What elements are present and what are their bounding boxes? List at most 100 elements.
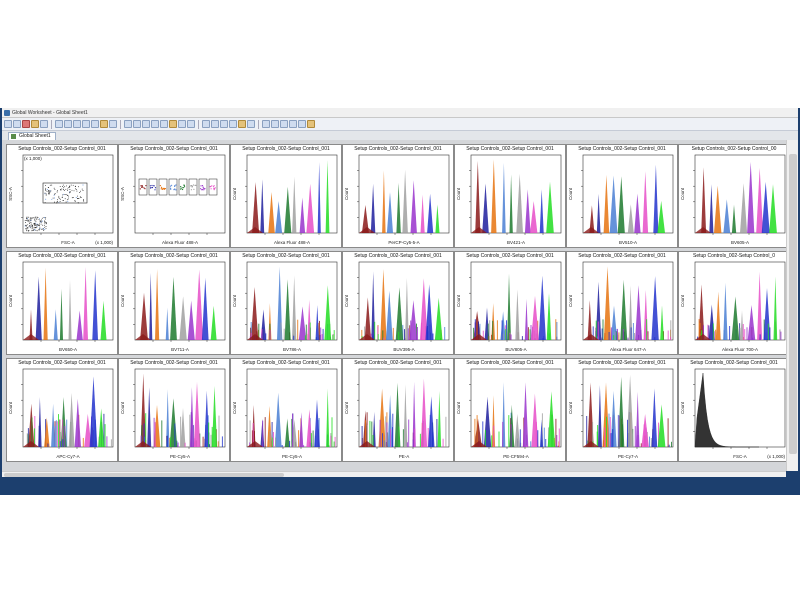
toolbar-button-27[interactable] xyxy=(262,120,270,128)
histogram-noise xyxy=(145,413,147,447)
toolbar-button-30[interactable] xyxy=(289,120,297,128)
histogram-noise xyxy=(601,328,603,340)
histogram-noise xyxy=(637,435,639,447)
histogram-noise xyxy=(482,421,484,447)
event-dot xyxy=(36,218,38,220)
tab-global-sheet1[interactable]: Global Sheet1 xyxy=(8,132,56,140)
y-axis-label: Count xyxy=(456,294,461,307)
histogram-noise xyxy=(62,439,64,447)
toolbar-button-17[interactable] xyxy=(160,120,168,128)
window-titlebar[interactable]: Global Worksheet - Global Sheet1 xyxy=(2,108,798,118)
toolbar-button-5[interactable] xyxy=(40,120,48,128)
plot-area: Count PE-CF594-A xyxy=(456,368,562,459)
plot-21[interactable]: Setup Controls_002-Setup Control_001 Coun… xyxy=(678,358,786,462)
toolbar-button-10[interactable] xyxy=(91,120,99,128)
plot-4[interactable]: Setup Controls_002-Setup Control_001 Coun… xyxy=(342,144,454,248)
plot-16[interactable]: Setup Controls_002-Setup Control_001 Coun… xyxy=(118,358,230,462)
event-dot xyxy=(45,187,47,189)
plot-17[interactable]: Setup Controls_002-Setup Control_001 Coun… xyxy=(230,358,342,462)
histogram-noise xyxy=(432,432,434,447)
event-dot xyxy=(140,185,142,187)
toolbar-button-19[interactable] xyxy=(178,120,186,128)
histogram-noise xyxy=(410,320,412,340)
toolbar-button-13[interactable] xyxy=(124,120,132,128)
histogram-noise xyxy=(390,428,392,447)
toolbar-button-11[interactable] xyxy=(100,120,108,128)
plot-8[interactable]: Setup Controls_002-Setup Control_001 Coun… xyxy=(6,251,118,355)
toolbar-button-1[interactable] xyxy=(4,120,12,128)
toolbar-button-31[interactable] xyxy=(298,120,306,128)
toolbar-button-14[interactable] xyxy=(133,120,141,128)
toolbar-button-23[interactable] xyxy=(220,120,228,128)
toolbar-button-7[interactable] xyxy=(64,120,72,128)
event-dot xyxy=(73,190,75,192)
toolbar-button-9[interactable] xyxy=(82,120,90,128)
plot-5[interactable]: Setup Controls_002-Setup Control_001 Coun… xyxy=(454,144,566,248)
toolbar-button-21[interactable] xyxy=(202,120,210,128)
toolbar-button-3[interactable] xyxy=(22,120,30,128)
plot-19[interactable]: Setup Controls_002-Setup Control_001 Coun… xyxy=(454,358,566,462)
histogram-noise xyxy=(597,425,599,447)
plot-6[interactable]: Setup Controls_002-Setup Control_001 Coun… xyxy=(566,144,678,248)
x-axis-label: BUV805-A xyxy=(505,347,526,352)
toolbar-button-18[interactable] xyxy=(169,120,177,128)
event-dot xyxy=(82,184,84,186)
plot-3[interactable]: Setup Controls_002-Setup Control_001 Coun… xyxy=(230,144,342,248)
histogram-noise xyxy=(627,337,629,340)
event-dot xyxy=(211,185,213,187)
vertical-scrollbar[interactable] xyxy=(786,140,798,471)
plot-7[interactable]: Setup Controls_002-Setup Control_00 Count… xyxy=(678,144,786,248)
event-dot xyxy=(63,189,65,190)
toolbar-button-28[interactable] xyxy=(271,120,279,128)
plot-2[interactable]: Setup Controls_002-Setup Control_001 SSC-… xyxy=(118,144,230,248)
toolbar-button-26[interactable] xyxy=(247,120,255,128)
event-dot xyxy=(30,227,32,229)
event-dot xyxy=(45,226,47,227)
vertical-scroll-thumb[interactable] xyxy=(789,154,797,454)
plot-13[interactable]: Setup Controls_002-Setup Control_001 Coun… xyxy=(566,251,678,355)
y-axis-label: Count xyxy=(680,187,685,200)
toolbar-button-15[interactable] xyxy=(142,120,150,128)
histogram-noise xyxy=(502,421,504,447)
event-dot xyxy=(153,185,155,187)
toolbar-button-24[interactable] xyxy=(229,120,237,128)
toolbar-button-16[interactable] xyxy=(151,120,159,128)
histogram-noise xyxy=(275,437,276,447)
toolbar-button-8[interactable] xyxy=(73,120,81,128)
histogram-noise xyxy=(509,332,511,340)
plot-15[interactable]: Setup Controls_002-Setup Control_001 Coun… xyxy=(6,358,118,462)
toolbar-button-20[interactable] xyxy=(187,120,195,128)
worksheet-canvas[interactable]: Setup Controls_002-Setup Control_001 SSC-… xyxy=(2,140,786,471)
plot-11[interactable]: Setup Controls_002-Setup Control_001 Coun… xyxy=(342,251,454,355)
plot-1[interactable]: Setup Controls_002-Setup Control_001 SSC-… xyxy=(6,144,118,248)
histogram-noise xyxy=(496,320,498,340)
toolbar-separator xyxy=(258,119,259,129)
plot-12[interactable]: Setup Controls_002-Setup Control_001 Coun… xyxy=(454,251,566,355)
toolbar-button-25[interactable] xyxy=(238,120,246,128)
event-dot xyxy=(34,229,36,231)
event-dot xyxy=(48,193,50,195)
toolbar-button-4[interactable] xyxy=(31,120,39,128)
plot-9[interactable]: Setup Controls_002-Setup Control_001 Coun… xyxy=(118,251,230,355)
plot-10[interactable]: Setup Controls_002-Setup Control_001 Coun… xyxy=(230,251,342,355)
toolbar-button-29[interactable] xyxy=(280,120,288,128)
toolbar-button-6[interactable] xyxy=(55,120,63,128)
toolbar-button-12[interactable] xyxy=(109,120,117,128)
plot-20[interactable]: Setup Controls_002-Setup Control_001 Coun… xyxy=(566,358,678,462)
histogram-noise xyxy=(331,417,333,447)
histogram-noise xyxy=(211,426,213,447)
event-dot xyxy=(45,216,47,218)
histogram-noise xyxy=(54,426,56,447)
plot-14[interactable]: Setup Controls_002-Setup Control_0 Count A… xyxy=(678,251,786,355)
event-dot xyxy=(201,189,203,191)
histogram-noise xyxy=(586,416,588,447)
event-dot xyxy=(68,186,70,188)
toolbar-button-2[interactable] xyxy=(13,120,21,128)
histogram-noise xyxy=(432,333,434,340)
plot-18[interactable]: Setup Controls_002-Setup Control_001 Coun… xyxy=(342,358,454,462)
event-dot xyxy=(163,187,165,190)
event-dot xyxy=(35,229,37,231)
toolbar-button-22[interactable] xyxy=(211,120,219,128)
event-dot xyxy=(66,199,68,201)
toolbar-button-32[interactable] xyxy=(307,120,315,128)
